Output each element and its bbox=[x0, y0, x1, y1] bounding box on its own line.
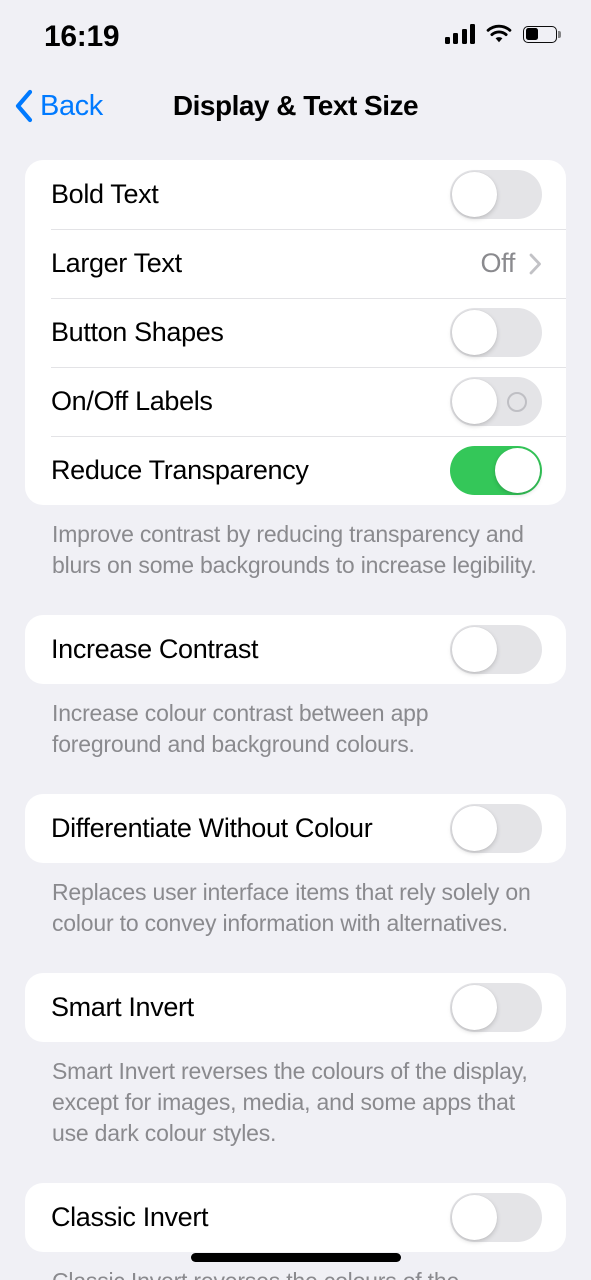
toggle-knob bbox=[452, 806, 497, 851]
settings-card: Classic Invert bbox=[25, 1183, 566, 1252]
settings-row-classic-invert: Classic Invert bbox=[25, 1183, 566, 1252]
settings-row-bold-text: Bold Text bbox=[25, 160, 566, 229]
settings-row-increase-contrast: Increase Contrast bbox=[25, 615, 566, 684]
classic-invert-group: Classic Invert Classic Invert reverses th… bbox=[25, 1183, 566, 1280]
group-footer-text: Smart Invert reverses the colours of the… bbox=[52, 1058, 528, 1146]
toggle-knob bbox=[452, 1195, 497, 1240]
group-footer-text: Replaces user interface items that rely … bbox=[52, 879, 531, 936]
smart-invert-group: Smart Invert Smart Invert reverses the co… bbox=[25, 973, 566, 1149]
cellular-bars-icon bbox=[444, 24, 475, 44]
status-bar-time: 16:19 bbox=[44, 20, 120, 53]
toggle-knob bbox=[452, 379, 497, 424]
row-label: On/Off Labels bbox=[51, 386, 213, 416]
row-label: Smart Invert bbox=[51, 992, 194, 1022]
toggle-off-label-icon bbox=[507, 391, 527, 412]
settings-row-larger-text[interactable]: Larger Text Off bbox=[25, 229, 566, 298]
differentiate-without-colour-group: Differentiate Without Colour Replaces use… bbox=[25, 794, 566, 939]
group-footer-text: Classic Invert reverses the colours of t… bbox=[52, 1266, 539, 1280]
row-label: Classic Invert bbox=[51, 1202, 209, 1232]
settings-card: Smart Invert bbox=[25, 973, 566, 1042]
toggle-knob bbox=[452, 172, 497, 217]
settings-card: Bold Text Larger Text Off Button Shapes On/O… bbox=[25, 160, 566, 505]
back-button-label: Back bbox=[40, 89, 103, 122]
toggle-knob bbox=[452, 310, 497, 355]
status-bar-indicators bbox=[444, 24, 561, 44]
row-label: Button Shapes bbox=[51, 317, 224, 347]
battery-fill bbox=[525, 28, 538, 40]
settings-card: Increase Contrast bbox=[25, 615, 566, 684]
row-value: Off bbox=[480, 248, 516, 278]
back-button[interactable]: Back bbox=[14, 78, 103, 134]
toggle-smart-invert[interactable] bbox=[450, 983, 542, 1032]
toggle-button-shapes[interactable] bbox=[450, 308, 542, 357]
status-bar: 16:19 bbox=[0, 0, 591, 72]
settings-row-reduce-transparency: Reduce Transparency bbox=[25, 436, 566, 505]
increase-contrast-group: Increase Contrast Increase colour contras… bbox=[25, 615, 566, 760]
toggle-classic-invert[interactable] bbox=[450, 1193, 542, 1242]
toggle-knob bbox=[495, 448, 540, 493]
toggle-on-off-labels[interactable] bbox=[450, 377, 542, 426]
settings-card: Differentiate Without Colour bbox=[25, 794, 566, 863]
home-indicator[interactable] bbox=[190, 1253, 401, 1262]
settings-row-on-off-labels: On/Off Labels bbox=[25, 367, 566, 436]
row-label: Larger Text bbox=[51, 248, 182, 278]
toggle-bold-text[interactable] bbox=[450, 170, 542, 219]
toggle-increase-contrast[interactable] bbox=[450, 625, 542, 674]
settings-row-smart-invert: Smart Invert bbox=[25, 973, 566, 1042]
chevron-right-icon bbox=[529, 253, 541, 274]
settings-row-button-shapes: Button Shapes bbox=[25, 298, 566, 367]
wifi-icon bbox=[486, 24, 512, 43]
battery-icon bbox=[523, 25, 561, 43]
chevron-left-icon bbox=[15, 89, 33, 123]
row-label: Increase Contrast bbox=[51, 634, 259, 664]
settings-row-differentiate-without-colour: Differentiate Without Colour bbox=[25, 794, 566, 863]
toggle-knob bbox=[452, 985, 497, 1030]
row-label: Bold Text bbox=[51, 179, 159, 209]
settings-list: Bold Text Larger Text Off Button Shapes On/O… bbox=[0, 160, 591, 1280]
row-label: Differentiate Without Colour bbox=[51, 813, 373, 843]
phone-screen: 16:19 Back Display & Text Size Bold Text… bbox=[0, 0, 591, 1280]
toggle-reduce-transparency[interactable] bbox=[450, 446, 542, 495]
display-options-group: Bold Text Larger Text Off Button Shapes On/O… bbox=[25, 160, 566, 581]
row-label: Reduce Transparency bbox=[51, 455, 309, 485]
group-footer-text: Improve contrast by reducing transparenc… bbox=[52, 521, 537, 578]
toggle-knob bbox=[452, 627, 497, 672]
navigation-bar: Back Display & Text Size bbox=[0, 78, 591, 134]
toggle-differentiate-without-colour[interactable] bbox=[450, 804, 542, 853]
group-footer-text: Increase colour contrast between app for… bbox=[52, 700, 429, 757]
